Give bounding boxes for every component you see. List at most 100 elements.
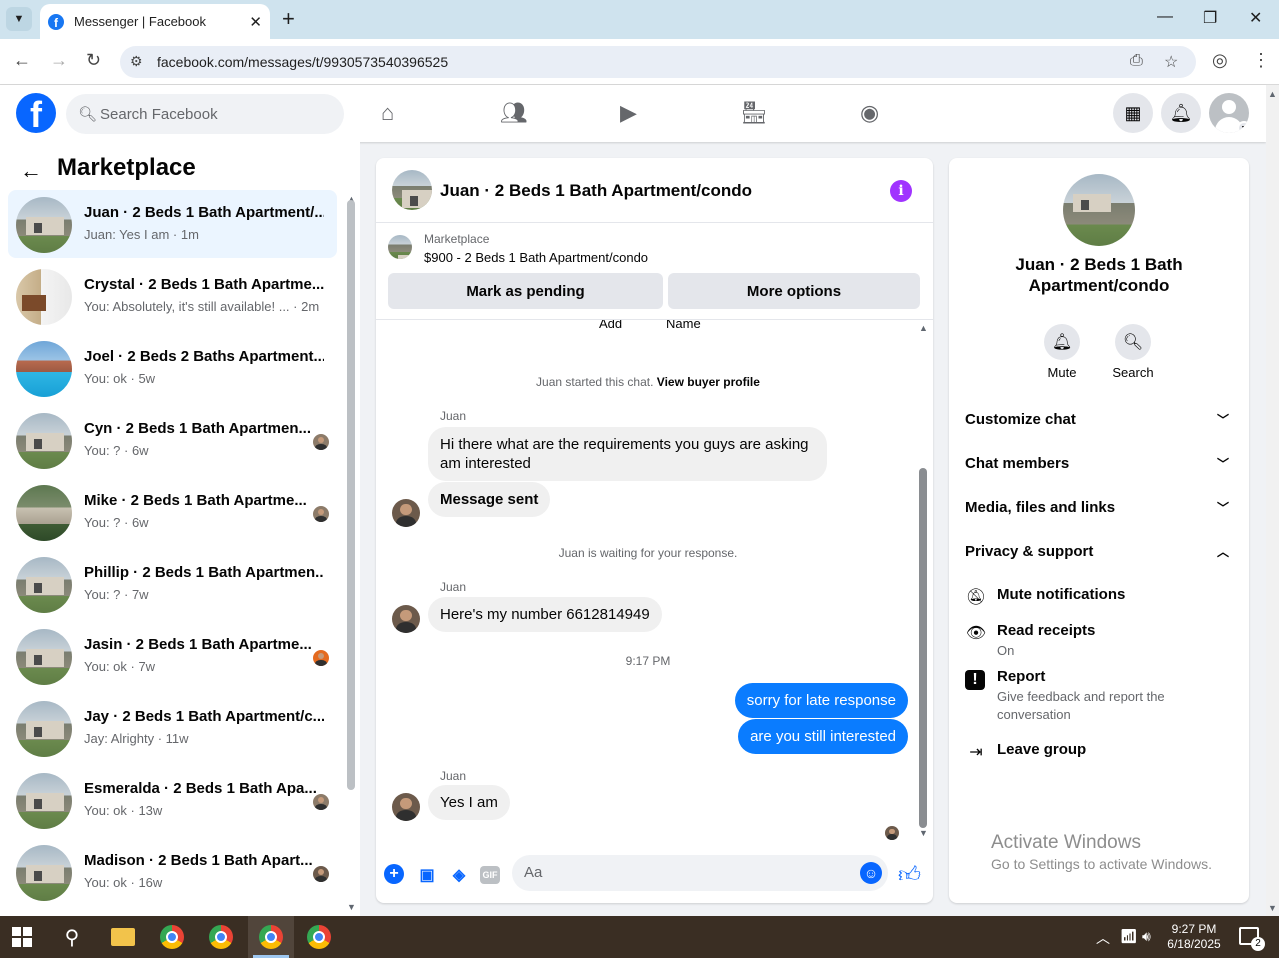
message-composer: + ▣ ◈ GIF Aa ☺ 👍︎ <box>376 848 933 903</box>
chevron-down-icon: ﹀ <box>1216 501 1229 515</box>
read-receipts-item[interactable]: 👁︎ Read receipts On <box>965 622 1235 662</box>
info-icon[interactable]: i <box>890 180 912 202</box>
new-tab-icon[interactable]: + <box>282 6 295 32</box>
section-media-files-links[interactable]: Media, files and links ﹀ <box>965 499 1235 523</box>
chat-scrollbar[interactable] <box>919 468 927 828</box>
back-arrow-icon[interactable]: ← <box>20 158 42 184</box>
restore-icon[interactable]: ❐ <box>1203 8 1217 28</box>
tab-search-button[interactable]: ▼ <box>6 7 32 31</box>
conversation-item[interactable]: Mike · 2 Beds 1 Bath Apartme... You: ? · … <box>8 478 337 546</box>
listing-thumbnail[interactable] <box>388 235 412 259</box>
conversation-item[interactable]: Esmeralda · 2 Beds 1 Bath Apa... You: ok … <box>8 766 337 834</box>
incoming-message[interactable]: Yes I am <box>428 785 510 820</box>
network-icon[interactable]: 📶︎ <box>1120 928 1138 945</box>
account-avatar[interactable]: ▼ <box>1209 93 1249 133</box>
chrome-profile-icon[interactable] <box>207 923 235 951</box>
conversation-item[interactable]: Crystal · 2 Beds 1 Bath Apartme... You: A… <box>8 262 337 330</box>
emoji-icon[interactable]: ☺ <box>860 862 882 884</box>
site-info-icon[interactable]: ⚙ <box>130 53 143 70</box>
notifications-bell-icon[interactable]: 🔔︎ <box>1161 93 1201 133</box>
menu-dots-icon[interactable]: ⋮ <box>1252 50 1270 71</box>
conversation-item[interactable]: Jasin · 2 Beds 1 Bath Apartme... You: ok … <box>8 622 337 690</box>
home-icon[interactable]: ⌂ <box>381 100 394 126</box>
scroll-down-arrow[interactable]: ▼ <box>347 902 356 912</box>
section-customize-chat[interactable]: Customize chat ﹀ <box>965 411 1235 435</box>
incoming-message[interactable]: Message sent <box>428 482 551 517</box>
thumbs-up-icon[interactable]: 👍︎ <box>898 861 921 888</box>
mark-pending-button[interactable]: Mark as pending <box>388 273 663 309</box>
profile-icon[interactable]: ◎ <box>1212 50 1228 71</box>
mute-notifications-item[interactable]: 🔕︎ Mute notifications <box>965 586 1235 612</box>
conversation-item[interactable]: Cyn · 2 Beds 1 Bath Apartmen... You: ? · … <box>8 406 337 474</box>
facebook-logo-icon[interactable]: f <box>16 93 56 133</box>
sender-avatar[interactable] <box>392 793 420 821</box>
plus-icon[interactable]: + <box>384 864 404 884</box>
search-button[interactable]: 🔍︎ Search <box>1103 324 1163 380</box>
incoming-message[interactable]: Here's my number 6612814949 <box>428 597 662 632</box>
reload-icon[interactable]: ↻ <box>86 50 101 71</box>
section-privacy-support[interactable]: Privacy & support ︿ <box>965 543 1235 567</box>
forward-icon[interactable]: → <box>50 50 68 71</box>
chrome-profile-b-icon[interactable] <box>305 923 333 951</box>
incoming-message[interactable]: Hi there what are the requirements you g… <box>428 427 827 481</box>
conversation-thumbnail <box>16 845 72 901</box>
outgoing-message[interactable]: are you still interested <box>738 719 908 754</box>
add-label: Add <box>599 320 623 331</box>
search-input[interactable]: 🔍︎ Search Facebook <box>66 94 344 134</box>
show-hidden-icons-icon[interactable]: ︿ <box>1096 928 1110 948</box>
conversation-item[interactable]: Joel · 2 Beds 2 Baths Apartment... You: o… <box>8 334 337 402</box>
conversation-item[interactable]: Jay · 2 Beds 1 Bath Apartment/c... Jay: A… <box>8 694 337 762</box>
section-chat-members[interactable]: Chat members ﹀ <box>965 455 1235 479</box>
list-scrollbar[interactable] <box>347 200 355 790</box>
minimize-icon[interactable]: — <box>1157 8 1173 26</box>
notification-center-icon[interactable]: 2 <box>1239 927 1265 951</box>
close-window-icon[interactable]: ✕ <box>1249 8 1262 28</box>
conversation-name: Esmeralda · 2 Beds 1 Bath Apa... <box>84 780 317 797</box>
browser-tab[interactable]: f Messenger | Facebook ✕ <box>40 4 270 39</box>
chrome-icon[interactable] <box>158 923 186 951</box>
groups-icon[interactable]: ◉ <box>860 100 879 126</box>
address-input[interactable]: ⚙ facebook.com/messages/t/99305735403965… <box>120 46 1196 78</box>
mute-button[interactable]: 🔔︎ Mute <box>1032 324 1092 380</box>
friends-icon[interactable]: 👥︎ <box>500 100 528 126</box>
scroll-down-arrow[interactable]: ▼ <box>919 828 928 838</box>
active-taskbar-item[interactable] <box>248 916 294 958</box>
windows-start-icon[interactable] <box>12 927 32 947</box>
conversation-thumbnail <box>16 269 72 325</box>
tab-title: Messenger | Facebook <box>74 14 206 29</box>
page-scrollbar[interactable]: ▲ ▼ <box>1266 85 1279 916</box>
search-icon[interactable]: ⚲ <box>58 923 86 951</box>
video-icon[interactable]: ▶ <box>620 100 637 126</box>
scroll-up-arrow[interactable]: ▲ <box>1268 89 1277 99</box>
outgoing-message[interactable]: sorry for late response <box>734 683 908 718</box>
marketplace-icon[interactable]: 🏪︎ <box>740 100 768 126</box>
chat-avatar[interactable] <box>392 170 432 210</box>
sender-avatar[interactable] <box>392 499 420 527</box>
close-tab-icon[interactable]: ✕ <box>249 13 262 31</box>
photo-icon[interactable]: ▣ <box>416 864 438 886</box>
message-input[interactable]: Aa ☺ <box>512 855 888 891</box>
conversation-item[interactable]: Phillip · 2 Beds 1 Bath Apartmen... You: … <box>8 550 337 618</box>
system-clock[interactable]: 9:27 PM 6/18/2025 <box>1164 922 1224 952</box>
install-app-icon[interactable]: ⎙ <box>1130 52 1143 70</box>
scroll-up-arrow[interactable]: ▲ <box>919 323 928 333</box>
file-explorer-icon[interactable] <box>109 923 137 951</box>
conversation-item[interactable]: Juan · 2 Beds 1 Bath Apartment/... Juan: … <box>8 190 337 258</box>
gif-icon[interactable]: GIF <box>480 866 500 884</box>
sticker-icon[interactable]: ◈ <box>448 864 470 886</box>
volume-icon[interactable]: 🔊︎ <box>1142 928 1151 945</box>
more-options-button[interactable]: More options <box>668 273 920 309</box>
chat-title[interactable]: Juan · 2 Beds 1 Bath Apartment/condo <box>440 181 752 201</box>
view-buyer-profile-link[interactable]: View buyer profile <box>657 375 760 389</box>
back-icon[interactable]: ← <box>13 50 31 71</box>
bookmark-star-icon[interactable]: ☆ <box>1164 52 1178 72</box>
notification-count: 2 <box>1251 937 1265 951</box>
sender-avatar[interactable] <box>392 605 420 633</box>
menu-grid-icon[interactable]: ▦ <box>1113 93 1153 133</box>
conversation-item[interactable]: Madison · 2 Beds 1 Bath Apart... You: ok … <box>8 838 337 906</box>
scroll-down-arrow[interactable]: ▼ <box>1268 903 1277 913</box>
listing-price[interactable]: $900 - 2 Beds 1 Bath Apartment/condo <box>424 250 648 265</box>
report-item[interactable]: ! Report Give feedback and report the co… <box>965 668 1235 728</box>
leave-group-item[interactable]: ⇥ Leave group <box>965 741 1235 767</box>
details-avatar[interactable] <box>1063 174 1135 246</box>
